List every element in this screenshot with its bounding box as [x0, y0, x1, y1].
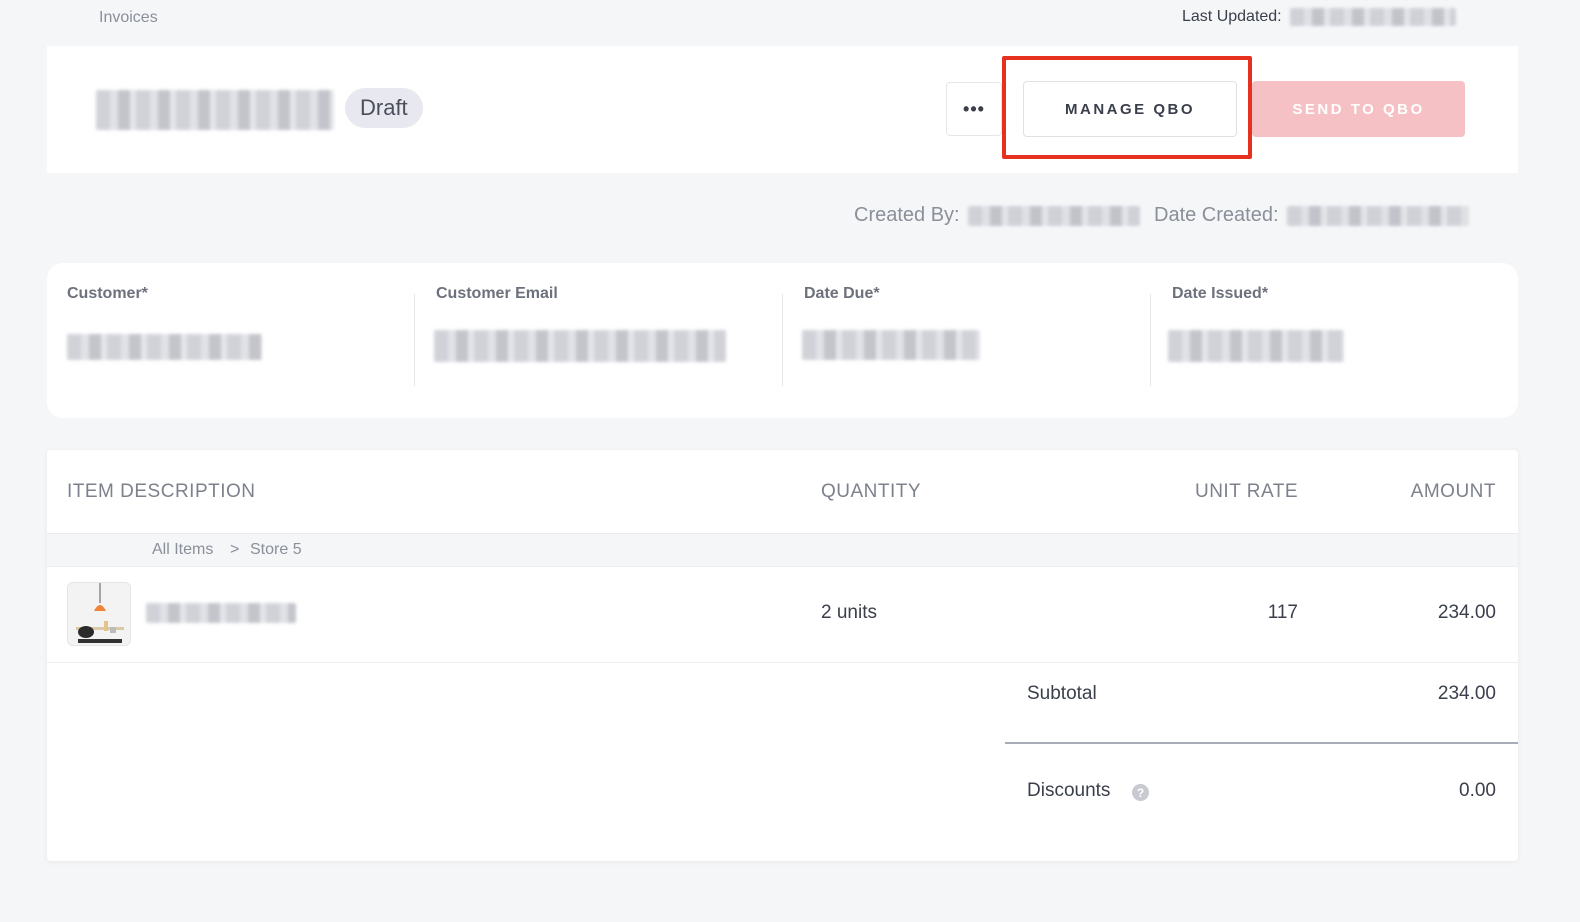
date-issued-label: Date Issued*	[1172, 285, 1269, 302]
created-by-value-redacted	[967, 205, 1140, 226]
item-amount: 234.00	[1437, 602, 1496, 623]
customer-email-field[interactable]	[434, 330, 726, 362]
date-issued-field[interactable]	[1168, 330, 1344, 362]
invoice-title-redacted	[96, 90, 334, 130]
field-divider	[782, 294, 783, 386]
date-due-field[interactable]	[802, 330, 980, 360]
item-quantity: 2 units	[821, 602, 877, 623]
last-updated: Last Updated:	[1182, 8, 1456, 26]
help-icon[interactable]: ?	[1132, 784, 1149, 801]
manage-qbo-button[interactable]: MANAGE QBO	[1023, 81, 1237, 137]
date-created-label: Date Created:	[1154, 204, 1279, 226]
column-header-quantity: QUANTITY	[821, 481, 922, 502]
column-header-unit-rate: UNIT RATE	[1194, 481, 1298, 502]
item-unit-rate: 117	[1267, 602, 1298, 623]
date-due-label: Date Due*	[804, 285, 880, 302]
row-divider	[47, 662, 1518, 663]
lamp-image	[68, 583, 130, 645]
customer-label: Customer*	[67, 285, 148, 302]
subtotal-value: 234.00	[1437, 683, 1496, 704]
last-updated-label: Last Updated:	[1182, 8, 1282, 25]
breadcrumb-invoices[interactable]: Invoices	[99, 9, 158, 27]
crumb-separator: >	[230, 541, 240, 558]
product-thumbnail	[67, 582, 131, 646]
item-name-redacted	[146, 603, 296, 623]
more-options-button[interactable]: •••	[946, 82, 1002, 136]
field-divider	[1150, 294, 1151, 386]
subtotal-label: Subtotal	[1027, 683, 1097, 704]
last-updated-value-redacted	[1289, 8, 1456, 26]
more-icon: •••	[963, 98, 985, 119]
status-badge: Draft	[345, 88, 423, 128]
discounts-value: 0.00	[1459, 780, 1496, 801]
customer-email-label: Customer Email	[436, 285, 558, 302]
created-by-label: Created By:	[854, 204, 960, 226]
line-items-card	[47, 450, 1518, 861]
customer-field[interactable]	[67, 334, 262, 360]
column-header-description: ITEM DESCRIPTION	[67, 481, 256, 502]
totals-divider	[1005, 742, 1518, 744]
field-divider	[414, 294, 415, 386]
send-to-qbo-button[interactable]: SEND TO QBO	[1252, 81, 1465, 137]
crumb-store[interactable]: Store 5	[250, 541, 302, 559]
date-created: Date Created:	[1154, 204, 1469, 227]
created-by: Created By:	[854, 204, 1140, 227]
discounts-label: Discounts	[1027, 780, 1111, 801]
crumb-all-items[interactable]: All Items	[152, 541, 213, 559]
date-created-value-redacted	[1286, 205, 1469, 226]
column-header-amount: AMOUNT	[1410, 481, 1496, 502]
